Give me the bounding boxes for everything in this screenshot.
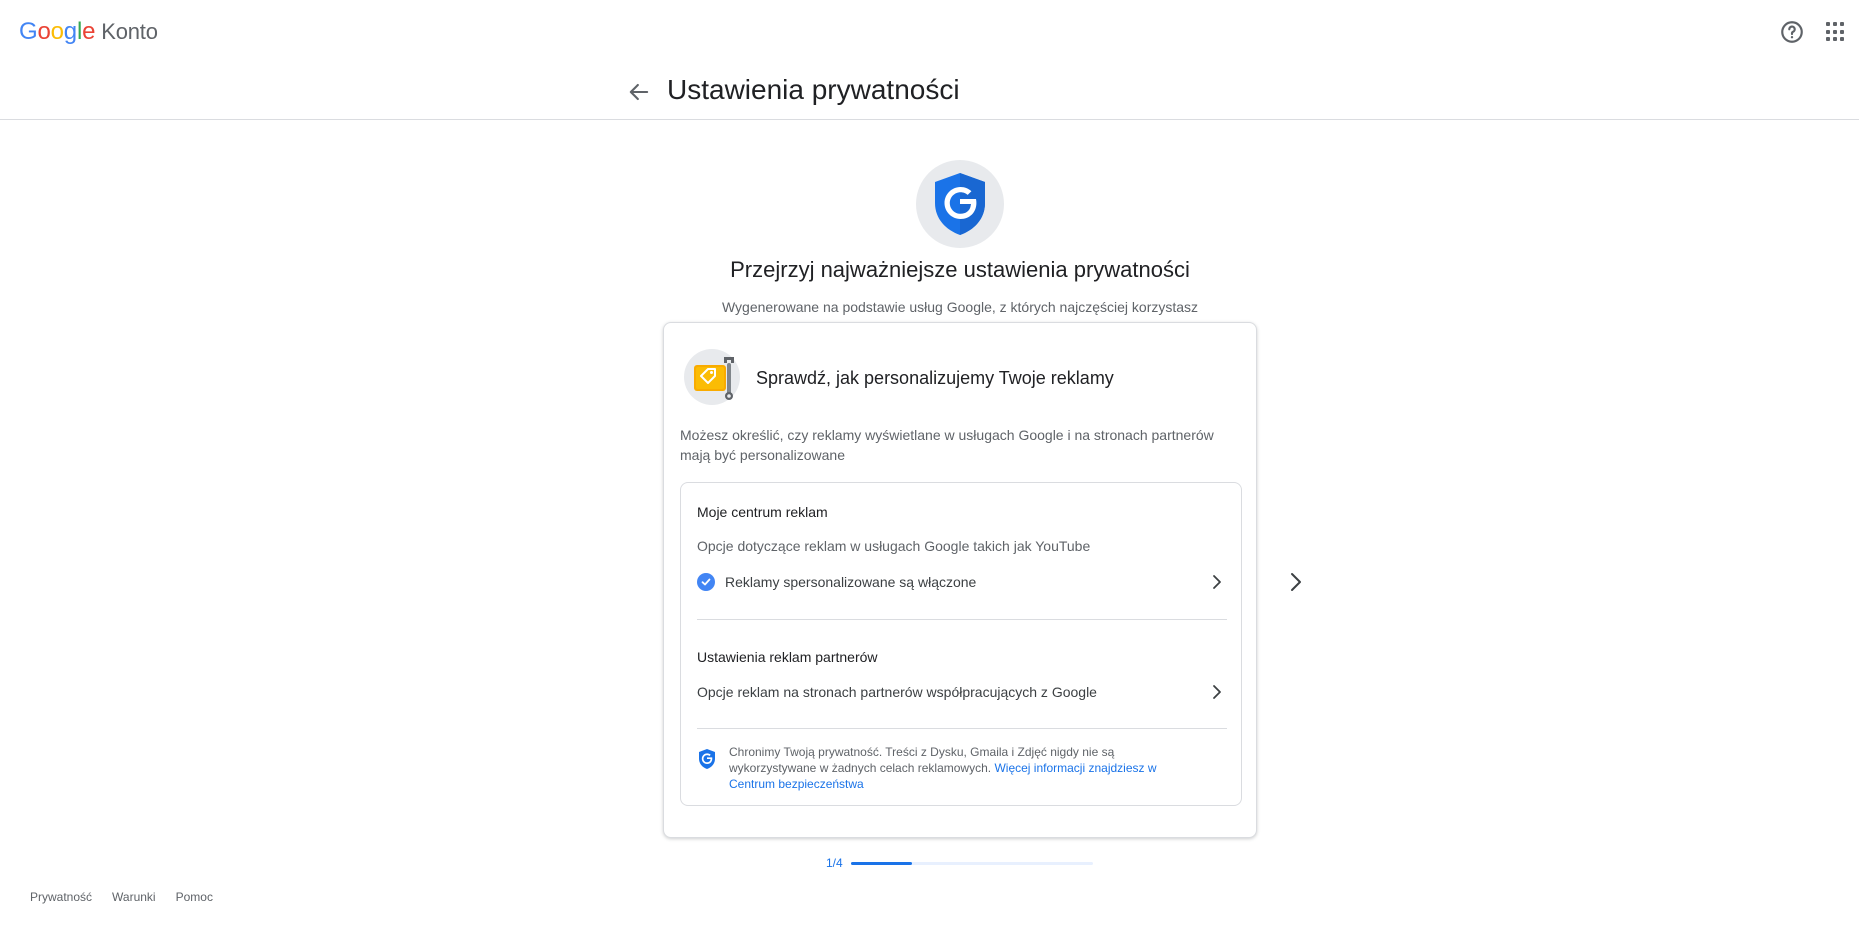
my-ad-center-row[interactable]: Reklamy spersonalizowane są włączone: [697, 566, 1227, 598]
google-shield-small-icon: [697, 748, 717, 770]
privacy-card: Sprawdź, jak personalizujemy Twoje rekla…: [663, 322, 1257, 838]
page-header: Ustawienia prywatności: [0, 64, 1859, 120]
google-shield-icon: [916, 160, 1004, 248]
logo-letter: e: [82, 18, 96, 45]
footer-link-terms[interactable]: Warunki: [112, 890, 156, 904]
divider: [697, 728, 1227, 729]
check-circle-icon: [697, 573, 715, 591]
top-bar: Google Konto: [0, 0, 1859, 64]
chevron-right-icon: [1213, 575, 1221, 589]
section-description: Opcje dotyczące reklam w usługach Google…: [697, 538, 1091, 554]
partner-ads-row[interactable]: Opcje reklam na stronach partnerów współ…: [697, 676, 1227, 708]
help-icon[interactable]: [1779, 19, 1805, 45]
hero-subtitle: Wygenerowane na podstawie usług Google, …: [721, 299, 1199, 315]
page-title: Ustawienia prywatności: [667, 74, 960, 105]
apps-grid-icon[interactable]: [1823, 19, 1849, 45]
partner-ads-description: Opcje reklam na stronach partnerów współ…: [697, 684, 1097, 700]
section-title: Moje centrum reklam: [697, 504, 828, 520]
privacy-note: Chronimy Twoją prywatność. Treści z Dysk…: [729, 744, 1199, 792]
footer: Prywatność Warunki Pomoc: [30, 890, 213, 904]
footer-link-privacy[interactable]: Prywatność: [30, 890, 92, 904]
section-title: Ustawienia reklam partnerów: [697, 649, 878, 665]
logo-letter: g: [63, 18, 77, 45]
progress-bar: [851, 862, 1093, 865]
card-title: Sprawdź, jak personalizujemy Twoje rekla…: [756, 368, 1114, 388]
footer-link-help[interactable]: Pomoc: [176, 890, 213, 904]
logo-letter: o: [37, 18, 51, 45]
progress-fill: [851, 862, 912, 865]
pager-label: 1/4: [826, 856, 843, 870]
google-account-logo[interactable]: Google Konto: [19, 18, 158, 46]
ads-personalized-status: Reklamy spersonalizowane są włączone: [725, 574, 977, 590]
ad-settings-panel: Moje centrum reklam Opcje dotyczące rekl…: [680, 482, 1242, 806]
logo-letter: G: [19, 18, 38, 45]
divider: [697, 619, 1227, 620]
chevron-right-icon: [1213, 685, 1221, 699]
chevron-right-icon[interactable]: [1282, 568, 1310, 596]
ad-tag-wrench-icon: [684, 349, 740, 405]
logo-suffix: Konto: [101, 19, 158, 44]
card-description: Możesz określić, czy reklamy wyświetlane…: [680, 427, 1214, 463]
arrow-back-icon[interactable]: [625, 78, 653, 106]
hero-title: Przejrzyj najważniejsze ustawienia prywa…: [730, 257, 1190, 282]
logo-letter: o: [50, 18, 64, 45]
